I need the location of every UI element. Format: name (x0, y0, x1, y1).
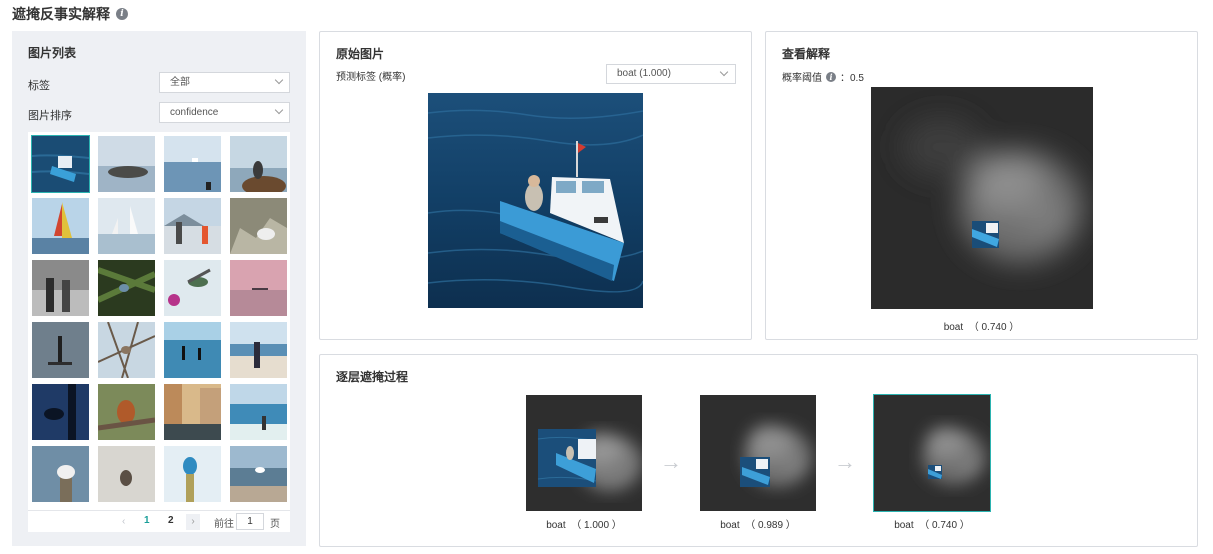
predicted-label-select[interactable]: boat (1.000) (606, 64, 736, 84)
thumbnail-pink-sunset-sea[interactable] (230, 260, 287, 316)
page-title-text: 遮掩反事实解释 (12, 6, 110, 22)
thumbnail-gull-post[interactable] (32, 446, 89, 502)
thumbnail-bird-silhouette[interactable] (32, 384, 89, 440)
pagination: ‹ 1 2 › 前往 1 页 (28, 510, 290, 532)
sort-filter-label: 图片排序 (28, 110, 72, 122)
image-gallery: ‹ 1 2 › 前往 1 页 (28, 132, 290, 532)
thumbnail-sailboat[interactable] (32, 198, 89, 254)
predicted-label-value: boat (1.000) (617, 68, 671, 79)
thumbnail-sea-boat[interactable] (164, 136, 221, 192)
thumbnail-paddleboard[interactable] (32, 322, 89, 378)
image-list-panel: 图片列表 标签 全部 图片排序 confidence ‹ 1 2 › 前往 1 … (12, 31, 306, 546)
label-filter-value: 全部 (170, 77, 190, 88)
image-list-title: 图片列表 (28, 46, 77, 60)
mask-step-3-caption: boat （ 0.740 ） (894, 520, 970, 531)
thumbnail-robin[interactable] (98, 384, 155, 440)
threshold-row: 概率阈值 i ：0.5 (782, 69, 864, 84)
original-boat-image (428, 93, 643, 308)
thumbnail-gulls-shore[interactable] (230, 446, 287, 502)
chevron-down-icon (719, 67, 729, 77)
info-circle-icon[interactable]: i (826, 71, 836, 82)
original-image-title: 原始图片 (336, 47, 385, 61)
explanation-caption: boat （ 0.740 ） (943, 322, 1020, 333)
threshold-value: ：0.5 (840, 73, 864, 84)
info-circle-icon[interactable]: i (116, 8, 128, 20)
thumbnail-gull-cliff[interactable] (230, 198, 287, 254)
goto-page-input[interactable]: 1 (236, 513, 264, 530)
chevron-down-icon (274, 105, 284, 115)
thumbnail-paddleboarders[interactable] (164, 322, 221, 378)
goto-label: 前往 (214, 519, 234, 530)
thumbnail-bird-pine[interactable] (98, 260, 155, 316)
explanation-heatmap (871, 87, 1093, 309)
thumbnail-people-beach[interactable] (164, 198, 221, 254)
thumbnail-bird-snow[interactable] (98, 446, 155, 502)
mask-step-2-caption: boat （ 0.989 ） (720, 520, 796, 531)
page-title: 遮掩反事实解释 i (12, 4, 128, 24)
thumbnail-bird-on-rock[interactable] (230, 136, 287, 192)
mask-step-2-image (700, 395, 816, 511)
page-unit-label: 页 (270, 519, 280, 530)
arrow-right-icon: → (834, 449, 856, 474)
label-filter-select[interactable]: 全部 (159, 72, 290, 93)
mask-step-1-caption: boat （ 1.000 ） (546, 520, 622, 531)
prev-page-button[interactable]: ‹ (122, 516, 125, 527)
thumbnail-canal-houses[interactable] (164, 384, 221, 440)
sort-select-value: confidence (170, 107, 219, 118)
thumbnail-bird-branches[interactable] (98, 322, 155, 378)
explanation-card: 查看解释 概率阈值 i ：0.5 boat （ 0.740 ） (765, 31, 1198, 340)
mask-step-3-image (873, 394, 991, 512)
threshold-label: 概率阈值 (782, 73, 822, 84)
thumbnail-hummingbird[interactable] (164, 260, 221, 316)
mask-step-1-image (526, 395, 642, 511)
sort-select[interactable]: confidence (159, 102, 290, 123)
thumbnail-beach-person[interactable] (230, 322, 287, 378)
next-page-button[interactable]: › (186, 514, 200, 530)
predicted-label-caption: 预测标签 (概率) (336, 72, 406, 83)
label-filter-label: 标签 (28, 80, 50, 92)
thumbnail-people-street-bw[interactable] (32, 260, 89, 316)
masking-progress-card: 逐层遮掩过程 boat （ 1.000 ） → boat （ 0.989 ） → (319, 354, 1198, 547)
thumbnail-rocky-island[interactable] (98, 136, 155, 192)
thumbnail-beach-waves[interactable] (230, 384, 287, 440)
chevron-down-icon (274, 75, 284, 85)
arrow-right-icon: → (660, 449, 682, 474)
original-image-card: 原始图片 预测标签 (概率) boat (1.000) (319, 31, 752, 340)
masking-progress-title: 逐层遮掩过程 (336, 370, 409, 384)
thumbnail-kingfisher[interactable] (164, 446, 221, 502)
thumbnail-sailboats-beach[interactable] (98, 198, 155, 254)
page-2-button[interactable]: 2 (168, 515, 174, 526)
thumbnail-boat[interactable] (31, 135, 90, 193)
explanation-title: 查看解释 (782, 47, 831, 61)
page-1-button[interactable]: 1 (144, 515, 150, 526)
